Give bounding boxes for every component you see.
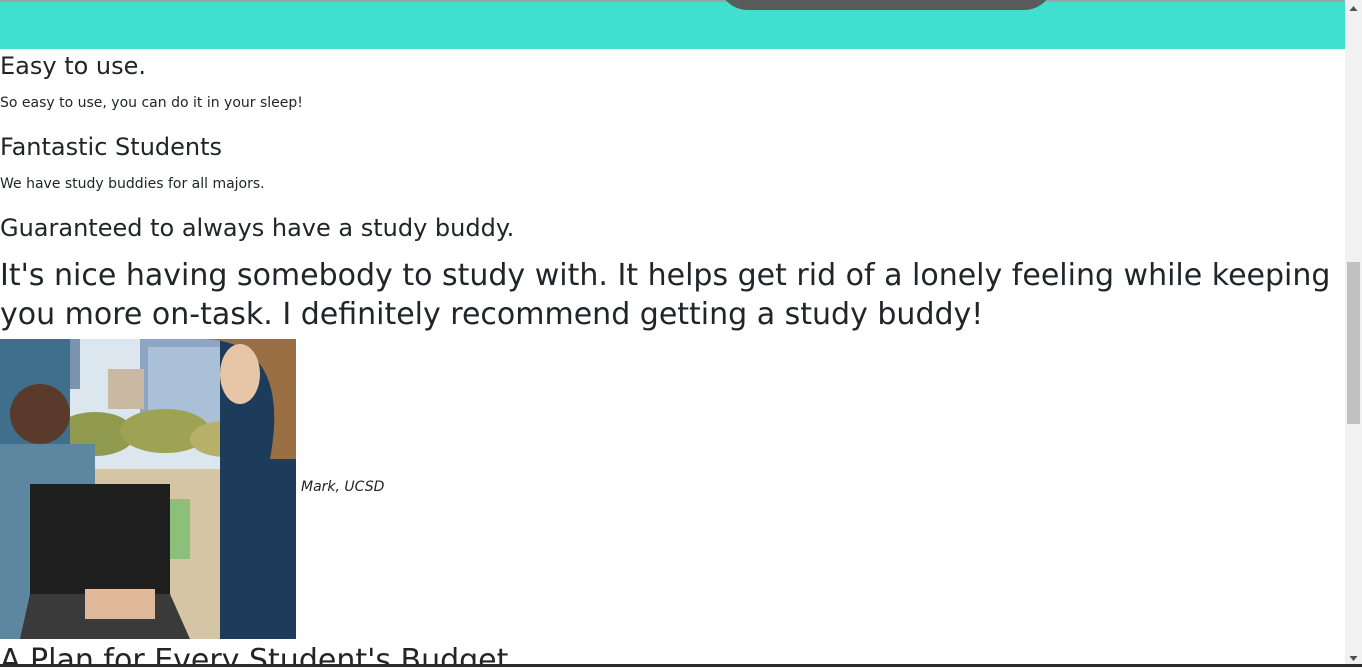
scroll-up-arrow-icon[interactable] xyxy=(1345,0,1362,17)
page-viewport: Easy to use. So easy to use, you can do … xyxy=(0,0,1345,667)
banner xyxy=(0,0,1345,49)
testimonial-caption: Mark, UCSD xyxy=(301,479,385,495)
feature-text-students: We have study buddies for all majors. xyxy=(0,176,265,192)
feature-text-easy: So easy to use, you can do it in your sl… xyxy=(0,95,303,111)
feature-heading-easy: Easy to use. xyxy=(0,52,147,80)
students-illustration xyxy=(0,339,296,639)
scrollbar-thumb[interactable] xyxy=(1347,262,1360,424)
testimonial-quote: It's nice having somebody to study with.… xyxy=(0,258,1331,332)
banner-button-bottom[interactable] xyxy=(718,0,1054,10)
students-photo xyxy=(0,339,296,639)
feature-heading-guarantee: Guaranteed to always have a study buddy. xyxy=(0,214,515,242)
vertical-scrollbar[interactable] xyxy=(1345,0,1362,667)
feature-heading-students: Fantastic Students xyxy=(0,133,223,161)
